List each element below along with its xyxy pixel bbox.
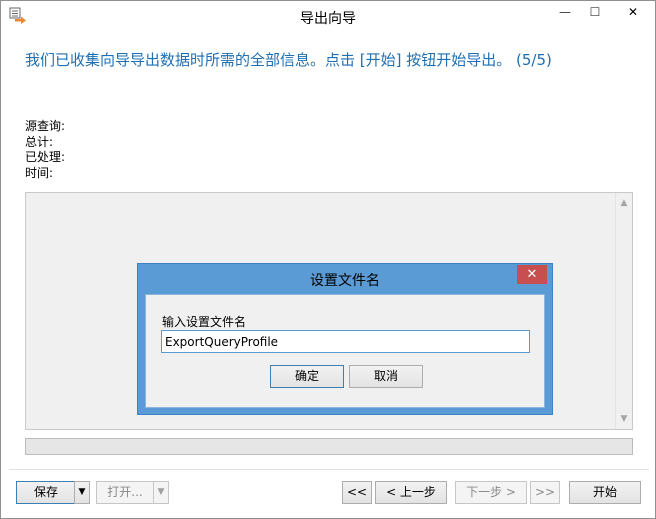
save-button[interactable]: 保存 bbox=[16, 481, 76, 504]
start-button[interactable]: 开始 bbox=[569, 481, 641, 504]
close-icon: ✕ bbox=[627, 5, 639, 19]
save-dropdown-button[interactable]: ▼ bbox=[74, 481, 90, 504]
scroll-down-icon[interactable]: ▼ bbox=[616, 411, 632, 427]
filename-input[interactable] bbox=[161, 330, 530, 353]
close-button[interactable]: ✕ bbox=[611, 1, 655, 23]
open-button[interactable]: 打开... bbox=[96, 481, 154, 504]
cancel-button[interactable]: 取消 bbox=[349, 365, 423, 388]
info-total-label: 总计: bbox=[25, 134, 54, 149]
export-progress-bar bbox=[25, 438, 633, 455]
dialog-close-button[interactable]: ✕ bbox=[517, 265, 547, 284]
dialog-title: 设置文件名 bbox=[310, 273, 380, 289]
dialog-body: 输入设置文件名 确定 取消 bbox=[145, 294, 545, 408]
set-filename-dialog: 设置文件名 ✕ 输入设置文件名 确定 取消 bbox=[137, 263, 553, 415]
export-info: 源查询: 总计: 已处理: 时间: bbox=[25, 119, 65, 181]
info-source-query-label: 源查询: bbox=[25, 119, 66, 133]
ok-button[interactable]: 确定 bbox=[270, 365, 344, 388]
title-bar: 导出向导 — ☐ ✕ bbox=[1, 1, 655, 31]
log-vertical-scrollbar[interactable]: ▲ ▼ bbox=[615, 193, 632, 429]
wizard-headline: 我们已收集向导导出数据时所需的全部信息。点击 [开始] 按钮开始导出。 (5/5… bbox=[25, 51, 552, 69]
filename-label: 输入设置文件名 bbox=[162, 315, 247, 329]
open-dropdown-button[interactable]: ▼ bbox=[153, 481, 169, 504]
info-time-label: 时间: bbox=[25, 165, 54, 180]
close-icon: ✕ bbox=[526, 267, 538, 282]
first-step-button[interactable]: << bbox=[342, 481, 372, 504]
export-wizard-window: 导出向导 — ☐ ✕ 我们已收集向导导出数据时所需的全部信息。点击 [开始] 按… bbox=[0, 0, 656, 519]
maximize-icon: ☐ bbox=[589, 5, 601, 19]
maximize-button[interactable]: ☐ bbox=[581, 1, 609, 23]
minimize-icon: — bbox=[559, 5, 571, 19]
next-step-button[interactable]: 下一步 > bbox=[455, 481, 527, 504]
chevron-down-icon: ▼ bbox=[78, 487, 86, 497]
footer-divider bbox=[9, 469, 649, 470]
previous-step-button[interactable]: < 上一步 bbox=[375, 481, 447, 504]
info-processed-label: 已处理: bbox=[25, 150, 66, 164]
chevron-down-icon: ▼ bbox=[157, 487, 165, 497]
last-step-button[interactable]: >> bbox=[530, 481, 560, 504]
scroll-up-icon[interactable]: ▲ bbox=[616, 195, 632, 211]
minimize-button[interactable]: — bbox=[551, 1, 579, 23]
